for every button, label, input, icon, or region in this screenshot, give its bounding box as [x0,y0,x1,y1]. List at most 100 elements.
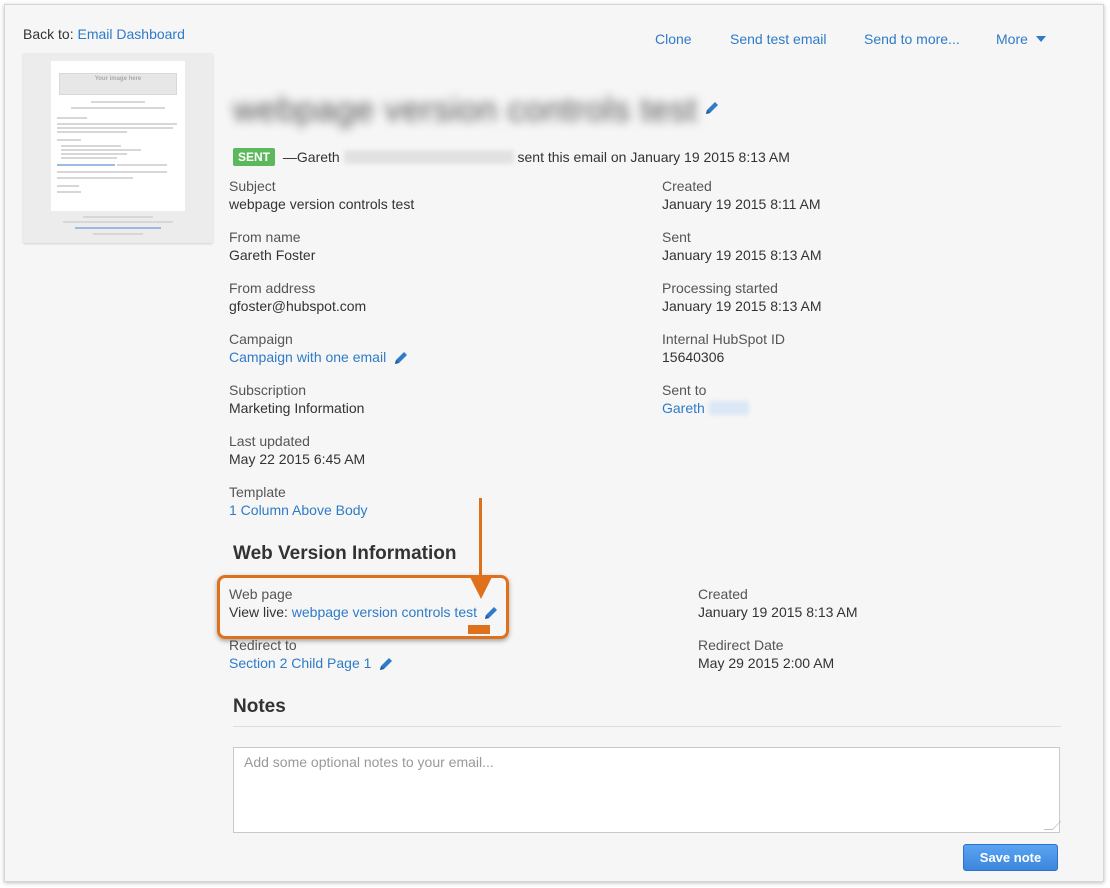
notes-placeholder: Add some optional notes to your email... [244,754,494,770]
template-field: Template 1 Column Above Body [229,483,368,519]
web-version-heading: Web Version Information [233,543,457,564]
created-field: Created January 19 2015 8:11 AM [662,177,821,213]
subscription-value: Marketing Information [229,400,365,416]
preview-line [57,191,81,193]
back-to: Back to: Email Dashboard [23,26,185,42]
email-dashboard-link[interactable]: Email Dashboard [77,26,184,42]
back-prefix: Back to: [23,26,74,42]
created-label: Created [662,178,712,194]
email-title: webpage version controls test [233,91,698,129]
last-updated-value: May 22 2015 6:45 AM [229,451,366,467]
preview-line [71,107,165,109]
preview-line [91,101,145,103]
sent-to-field: Sent to Gareth [662,381,749,417]
campaign-link[interactable]: Campaign with one email [229,349,386,365]
preview-line [61,149,141,151]
subject-value: webpage version controls test [229,196,415,212]
preview-line [61,145,121,147]
preview-footer-line [63,221,173,223]
sent-value: January 19 2015 8:13 AM [662,247,822,263]
from-address-label: From address [229,280,316,296]
from-address-field: From address gfoster@hubspot.com [229,279,366,315]
more-label: More [996,31,1028,47]
redacted-sender-email [343,150,514,164]
from-name-field: From name Gareth Foster [229,228,315,264]
preview-footer-line [93,233,143,235]
redirect-link[interactable]: Section 2 Child Page 1 [229,655,371,671]
preview-line [61,153,127,155]
sent-label: Sent [662,229,691,245]
resize-grip-icon[interactable] [1043,821,1062,830]
from-name-value: Gareth Foster [229,247,316,263]
subscription-field: Subscription Marketing Information [229,381,364,417]
redirect-field: Redirect to Section 2 Child Page 1 [229,636,393,672]
status-badge: SENT [233,148,276,166]
preview-footer-line [83,216,153,218]
sender-name: —Gareth [282,149,340,165]
annotation-highlight-box [217,575,509,639]
notes-divider [233,726,1061,727]
more-dropdown[interactable]: More [996,31,1046,47]
subject-field: Subject webpage version controls test [229,177,414,213]
template-link[interactable]: 1 Column Above Body [229,502,368,518]
redirect-date-value: May 29 2015 2:00 AM [698,655,835,671]
preview-footer-line [75,227,161,229]
sent-to-link[interactable]: Gareth [662,400,705,416]
preview-line [57,131,127,133]
subject-label: Subject [229,178,276,194]
internal-id-field: Internal HubSpot ID 15640306 [662,330,785,366]
preview-line [57,185,79,187]
preview-line [57,127,173,129]
internal-id-label: Internal HubSpot ID [662,331,785,347]
clone-button[interactable]: Clone [655,31,692,47]
internal-id-value: 15640306 [662,349,725,365]
preview-line [57,171,167,173]
redirect-date-label: Redirect Date [698,637,784,653]
edit-title-pencil-icon[interactable] [705,101,719,115]
sent-info-text: sent this email on January 19 2015 8:13 … [517,149,790,165]
from-name-label: From name [229,229,301,245]
last-updated-field: Last updated May 22 2015 6:45 AM [229,432,365,468]
preview-line [117,164,167,166]
web-created-field: Created January 19 2015 8:13 AM [698,585,858,621]
sent-status-row: SENT —Gareth sent this email on January … [233,148,790,166]
preview-paper: Your image here [51,61,185,211]
template-label: Template [229,484,286,500]
sent-field: Sent January 19 2015 8:13 AM [662,228,822,264]
page-frame: Back to: Email Dashboard Clone Send test… [4,4,1104,882]
preview-line [61,157,117,159]
sent-to-label: Sent to [662,382,707,398]
preview-link-line [57,164,115,166]
edit-redirect-pencil-icon[interactable] [379,657,393,671]
email-preview-thumbnail[interactable]: Your image here [23,53,213,243]
created-value: January 19 2015 8:11 AM [662,196,821,212]
preview-line [57,139,81,141]
processing-started-label: Processing started [662,280,778,296]
preview-line [57,123,177,125]
subscription-label: Subscription [229,382,307,398]
campaign-label: Campaign [229,331,293,347]
save-note-button[interactable]: Save note [963,844,1058,871]
preview-image-placeholder: Your image here [59,73,177,95]
preview-line [57,117,87,119]
last-updated-label: Last updated [229,433,310,449]
redirect-date-field: Redirect Date May 29 2015 2:00 AM [698,636,834,672]
processing-started-field: Processing started January 19 2015 8:13 … [662,279,822,315]
send-test-email-button[interactable]: Send test email [730,31,827,47]
notes-textarea[interactable]: Add some optional notes to your email... [233,747,1062,833]
image-placeholder-text: Your image here [94,76,142,82]
web-created-value: January 19 2015 8:13 AM [698,604,858,620]
annotation-arrow [479,498,482,582]
campaign-field: Campaign Campaign with one email [229,330,408,366]
web-created-label: Created [698,586,748,602]
annotation-marker [468,625,490,634]
chevron-down-icon [1035,36,1046,43]
edit-campaign-pencil-icon[interactable] [394,351,408,365]
send-to-more-button[interactable]: Send to more... [864,31,960,47]
notes-heading: Notes [233,696,286,717]
redacted-recipient [708,401,749,415]
annotation-arrow-head [470,577,492,599]
processing-started-value: January 19 2015 8:13 AM [662,298,822,314]
preview-line [57,177,133,179]
from-address-value: gfoster@hubspot.com [229,298,367,314]
